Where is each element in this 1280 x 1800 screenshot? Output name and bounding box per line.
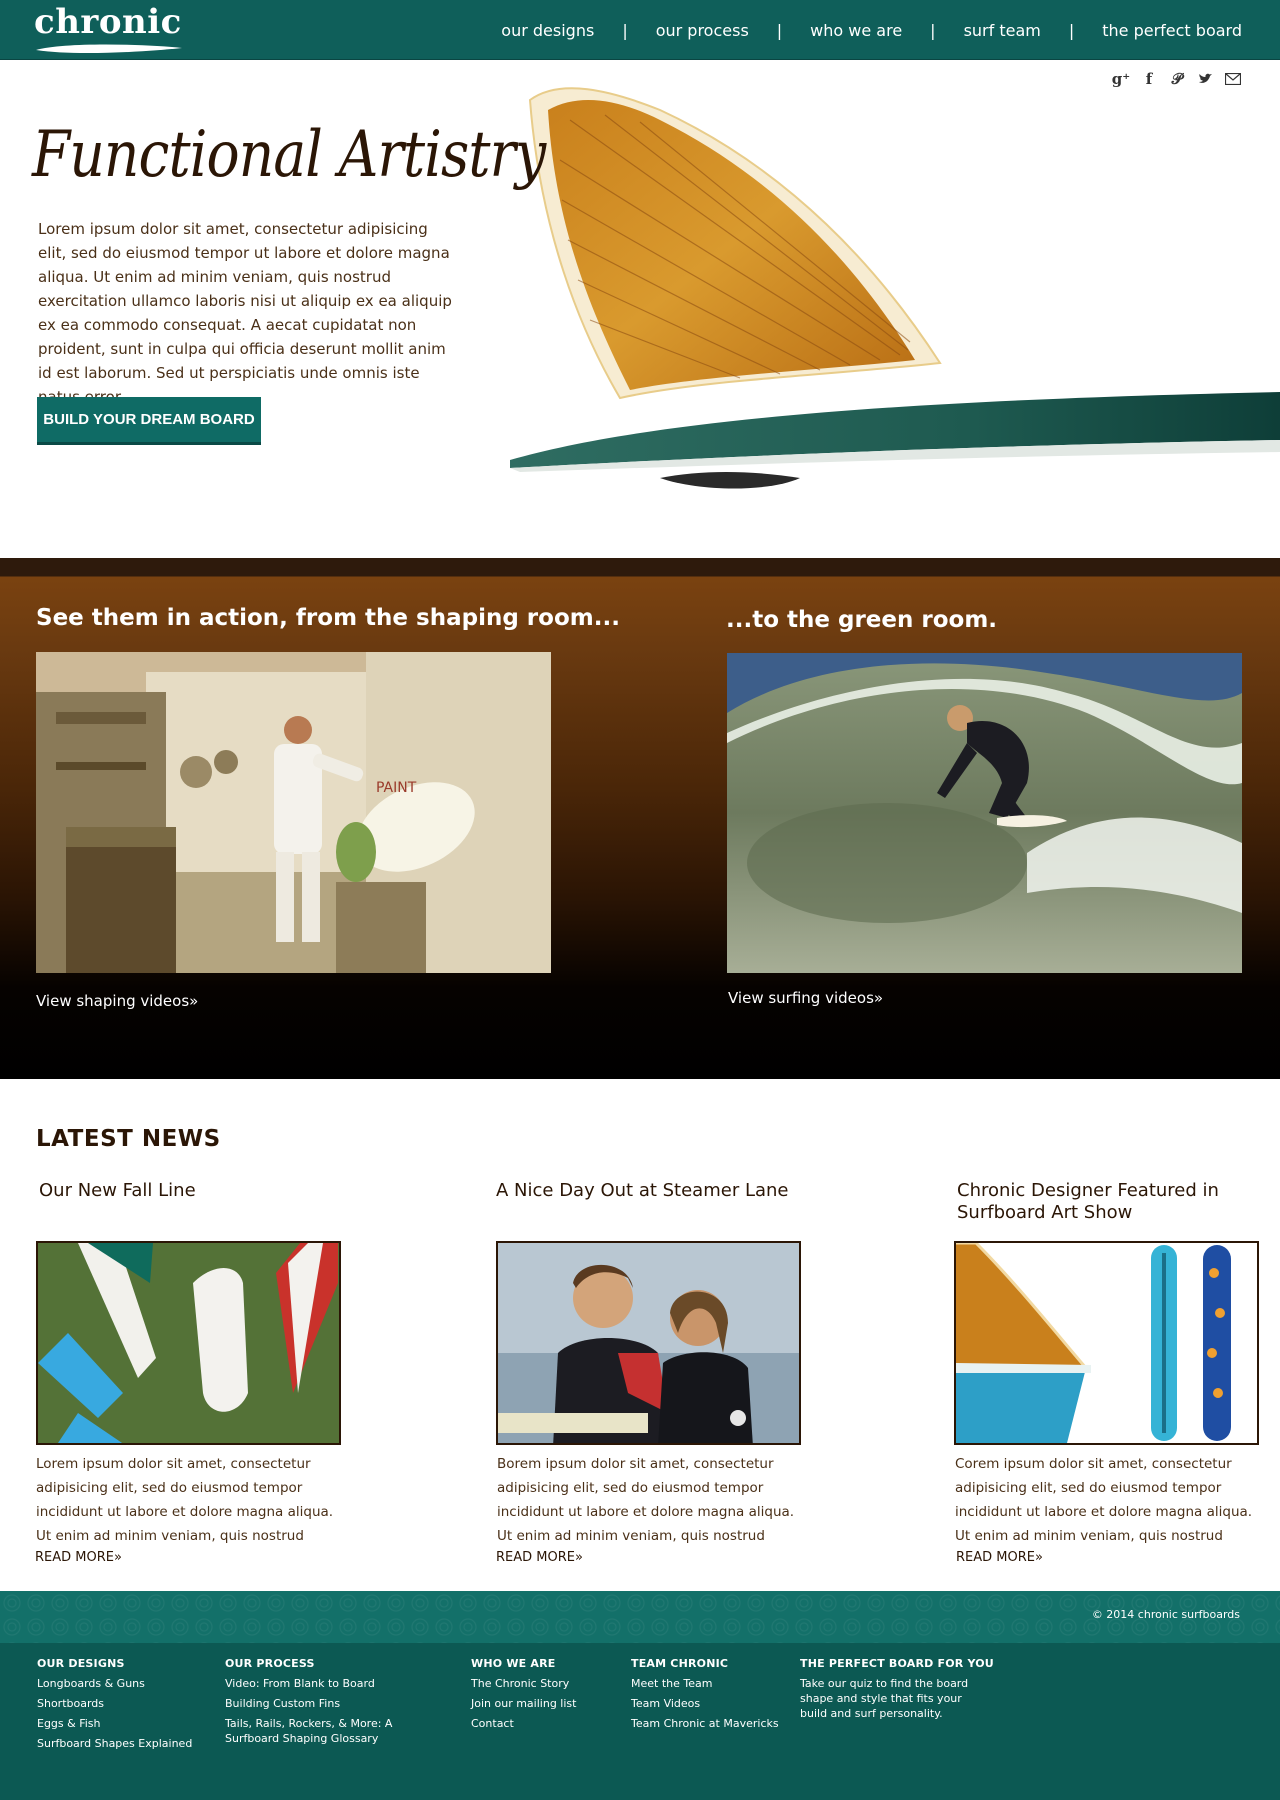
surfboard-fin-image (510, 87, 1280, 489)
footer-link[interactable]: Contact (471, 1716, 576, 1731)
shaping-room-heading: See them in action, from the shaping roo… (36, 605, 620, 631)
footer-link[interactable]: Surfboard Shapes Explained (37, 1736, 192, 1751)
footer-col-process: OUR PROCESS Video: From Blank to Board B… (225, 1657, 395, 1751)
shaping-room-photo[interactable]: PAINT (36, 652, 551, 973)
svg-text:PAINT: PAINT (376, 780, 417, 796)
news-excerpt: Lorem ipsum dolor sit amet, consectetur … (36, 1456, 334, 1544)
art-show-image (956, 1243, 1257, 1443)
news-item: Our New Fall Line Lorem ipsum dolor sit … (35, 1180, 356, 1565)
hero-body-text: Lorem ipsum dolor sit amet, consectetur … (38, 220, 452, 406)
footer-quiz-text: Take our quiz to find the board shape an… (800, 1677, 969, 1720)
news-thumb-fall-line[interactable] (36, 1241, 341, 1445)
nav-separator: | (622, 20, 628, 40)
shaping-room-image: PAINT (36, 652, 551, 973)
pinterest-icon[interactable]: 𝒫 (1168, 70, 1186, 88)
twitter-icon[interactable] (1196, 70, 1214, 88)
footer-link[interactable]: Team Videos (631, 1696, 779, 1711)
footer-link[interactable]: Eggs & Fish (37, 1716, 192, 1731)
nav-perfect-board[interactable]: the perfect board (1102, 21, 1242, 40)
nav-our-process[interactable]: our process (656, 21, 749, 40)
nav-separator: | (1068, 20, 1075, 40)
build-dream-board-button[interactable]: BUILD YOUR DREAM BOARD (37, 397, 261, 445)
news-thumb-steamer-lane[interactable] (496, 1241, 801, 1445)
social-links: g⁺ f 𝒫 (1112, 70, 1242, 88)
nav-separator: | (776, 20, 783, 40)
site-header: chronic our designs | our process | who … (0, 0, 1280, 60)
read-more-link[interactable]: READ MORE» (35, 1550, 122, 1565)
footer-col-designs: OUR DESIGNS Longboards & Guns Shortboard… (37, 1657, 192, 1756)
news-excerpt: Corem ipsum dolor sit amet, consectetur … (955, 1456, 1253, 1544)
footer-col-title: TEAM CHRONIC (631, 1657, 729, 1670)
footer-link[interactable]: Team Chronic at Mavericks (631, 1716, 779, 1731)
footer-link[interactable]: Tails, Rails, Rockers, & More: A Surfboa… (225, 1716, 395, 1746)
logo[interactable]: chronic (34, 2, 194, 58)
news-item: Chronic Designer Featured in Surfboard A… (954, 1180, 1274, 1565)
footer-pattern-band: © 2014 chronic surfboards (0, 1591, 1280, 1643)
footer-link[interactable]: Join our mailing list (471, 1696, 576, 1711)
view-shaping-videos-link[interactable]: View shaping videos» (36, 992, 198, 1010)
nav-separator: | (930, 20, 936, 40)
news-title[interactable]: A Nice Day Out at Steamer Lane (496, 1180, 816, 1226)
logo-text: chronic (34, 2, 182, 42)
main-nav: our designs | our process | who we are |… (501, 0, 1242, 60)
footer-link[interactable]: Shortboards (37, 1696, 192, 1711)
action-section: See them in action, from the shaping roo… (0, 558, 1280, 1079)
news-item: A Nice Day Out at Steamer Lane Borem ips… (496, 1180, 816, 1565)
nav-surf-team[interactable]: surf team (964, 21, 1041, 40)
footer-col-title: OUR PROCESS (225, 1657, 315, 1670)
surfing-image (727, 653, 1242, 973)
view-surfing-videos-link[interactable]: View surfing videos» (728, 989, 883, 1007)
surfboard-logo-icon (36, 44, 182, 54)
footer-link[interactable]: Video: From Blank to Board (225, 1676, 395, 1691)
footer-col-who: WHO WE ARE The Chronic Story Join our ma… (471, 1657, 576, 1736)
footer-link[interactable]: Building Custom Fins (225, 1696, 395, 1711)
surfing-photo[interactable] (727, 653, 1242, 974)
steamer-lane-image (498, 1243, 799, 1443)
footer-link[interactable]: Longboards & Guns (37, 1676, 192, 1691)
read-more-link[interactable]: READ MORE» (956, 1550, 1043, 1565)
copyright: © 2014 chronic surfboards (1091, 1608, 1240, 1621)
hero-section: Functional Artistry Lorem ipsum dolor si… (0, 60, 1280, 560)
google-plus-icon[interactable]: g⁺ (1112, 70, 1130, 88)
fall-line-image (38, 1243, 339, 1443)
footer-link[interactable]: Meet the Team (631, 1676, 779, 1691)
green-room-heading: ...to the green room. (726, 607, 998, 633)
footer-col-title: OUR DESIGNS (37, 1657, 125, 1670)
footer-col-title[interactable]: THE PERFECT BOARD FOR YOU (800, 1657, 994, 1670)
footer-col-perfect-board: THE PERFECT BOARD FOR YOU Take our quiz … (800, 1657, 994, 1721)
facebook-icon[interactable]: f (1140, 70, 1158, 88)
hero-title: Functional Artistry (32, 118, 546, 192)
news-title[interactable]: Chronic Designer Featured in Surfboard A… (954, 1180, 1274, 1226)
site-footer: © 2014 chronic surfboards OUR DESIGNS Lo… (0, 1591, 1280, 1800)
nav-who-we-are[interactable]: who we are (810, 21, 902, 40)
news-title[interactable]: Our New Fall Line (36, 1180, 356, 1226)
news-thumb-art-show[interactable] (954, 1241, 1259, 1445)
footer-link[interactable]: The Chronic Story (471, 1676, 576, 1691)
email-icon[interactable] (1224, 70, 1242, 88)
footer-col-team: TEAM CHRONIC Meet the Team Team Videos T… (631, 1657, 779, 1736)
read-more-link[interactable]: READ MORE» (496, 1550, 583, 1565)
footer-col-title: WHO WE ARE (471, 1657, 556, 1670)
latest-news-heading: LATEST NEWS (36, 1126, 221, 1152)
nav-our-designs[interactable]: our designs (501, 21, 594, 40)
news-excerpt: Borem ipsum dolor sit amet, consectetur … (497, 1456, 795, 1544)
